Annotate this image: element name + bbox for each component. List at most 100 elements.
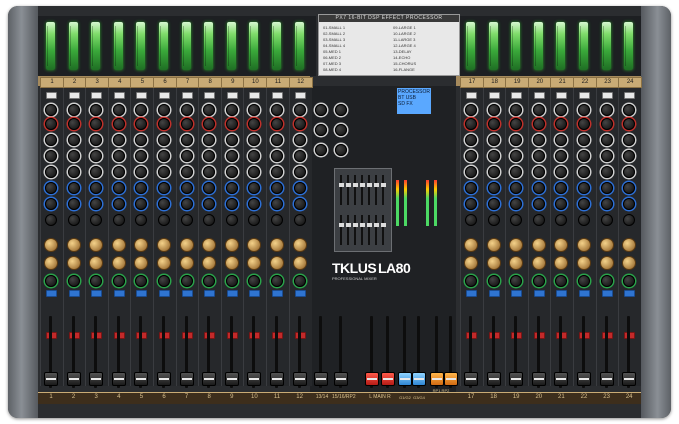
channel-knob[interactable]: [225, 214, 238, 226]
channel-knob[interactable]: [45, 118, 57, 130]
channel-fader[interactable]: [134, 372, 149, 386]
channel-knob[interactable]: [67, 198, 80, 210]
stereo-knob[interactable]: [315, 124, 327, 136]
channel-knob[interactable]: [225, 198, 238, 210]
channel-knob[interactable]: [112, 166, 125, 178]
channel-knob[interactable]: [271, 198, 283, 210]
channel-knob[interactable]: [465, 150, 477, 162]
eq-band-cap[interactable]: [380, 183, 386, 187]
channel-knob[interactable]: [293, 118, 306, 130]
eq-band-slider[interactable]: [361, 175, 363, 205]
aux-send-knob[interactable]: [66, 238, 81, 252]
channel-knob[interactable]: [487, 198, 500, 210]
main-left-fader[interactable]: [365, 372, 379, 386]
stereo-knob[interactable]: [315, 104, 327, 116]
channel-knob[interactable]: [600, 166, 613, 178]
channel-knob[interactable]: [600, 104, 613, 116]
channel-knob[interactable]: [600, 134, 613, 146]
channel-knob[interactable]: [487, 104, 500, 116]
return-2-fader[interactable]: [444, 372, 458, 386]
stereo-fader[interactable]: [334, 372, 348, 386]
aux-send-knob[interactable]: [157, 256, 171, 270]
channel-knob[interactable]: [225, 150, 238, 162]
group-3-4-fader[interactable]: [412, 372, 426, 386]
channel-fader[interactable]: [509, 372, 524, 386]
channel-knob[interactable]: [112, 198, 125, 210]
channel-fader[interactable]: [292, 372, 307, 386]
channel-mute-button[interactable]: [159, 92, 170, 99]
channel-knob[interactable]: [532, 150, 545, 162]
channel-select-button[interactable]: [511, 290, 523, 297]
aux-send-knob[interactable]: [464, 256, 478, 270]
channel-knob[interactable]: [578, 166, 590, 178]
channel-knob[interactable]: [465, 198, 477, 210]
channel-fader[interactable]: [531, 372, 546, 386]
channel-select-button[interactable]: [294, 290, 306, 297]
channel-select-button[interactable]: [601, 290, 613, 297]
channel-knob[interactable]: [225, 134, 238, 146]
channel-knob[interactable]: [112, 150, 125, 162]
channel-fader[interactable]: [111, 372, 126, 386]
channel-select-button[interactable]: [46, 290, 57, 297]
channel-select-button[interactable]: [136, 290, 148, 297]
stereo-fader[interactable]: [314, 372, 328, 386]
channel-knob[interactable]: [600, 182, 613, 194]
channel-fader[interactable]: [224, 372, 239, 386]
aux-send-knob[interactable]: [599, 256, 614, 270]
stereo-knob[interactable]: [315, 144, 327, 156]
channel-knob[interactable]: [67, 134, 80, 146]
aux-send-knob[interactable]: [224, 238, 239, 252]
eq-band-cap[interactable]: [345, 223, 351, 227]
channel-knob[interactable]: [293, 182, 306, 194]
channel-knob[interactable]: [487, 134, 500, 146]
eq-band-slider[interactable]: [375, 215, 377, 245]
channel-knob[interactable]: [158, 166, 170, 178]
channel-knob[interactable]: [45, 134, 57, 146]
channel-knob[interactable]: [465, 182, 477, 194]
channel-select-button[interactable]: [579, 290, 590, 297]
channel-mute-button[interactable]: [511, 92, 523, 99]
channel-knob[interactable]: [600, 214, 613, 226]
channel-select-button[interactable]: [624, 290, 636, 297]
channel-knob[interactable]: [45, 150, 57, 162]
channel-knob[interactable]: [532, 134, 545, 146]
channel-knob[interactable]: [487, 166, 500, 178]
group-1-2-fader[interactable]: [398, 372, 412, 386]
channel-knob[interactable]: [271, 214, 283, 226]
aux-send-knob[interactable]: [224, 256, 239, 270]
channel-knob[interactable]: [158, 118, 170, 130]
stereo-knob[interactable]: [335, 124, 347, 136]
aux-send-knob[interactable]: [531, 256, 546, 270]
channel-fader[interactable]: [202, 372, 217, 386]
channel-knob[interactable]: [158, 198, 170, 210]
channel-knob[interactable]: [158, 182, 170, 194]
return-1-fader[interactable]: [430, 372, 444, 386]
channel-knob[interactable]: [158, 150, 170, 162]
channel-mute-button[interactable]: [204, 92, 216, 99]
channel-mute-button[interactable]: [294, 92, 306, 99]
eq-band-cap[interactable]: [366, 183, 372, 187]
channel-mute-button[interactable]: [249, 92, 261, 99]
channel-knob[interactable]: [180, 182, 193, 194]
aux-send-knob[interactable]: [577, 238, 591, 252]
main-right-fader[interactable]: [381, 372, 395, 386]
channel-knob[interactable]: [158, 214, 170, 226]
pan-knob[interactable]: [112, 275, 125, 287]
channel-knob[interactable]: [180, 134, 193, 146]
channel-knob[interactable]: [180, 104, 193, 116]
pan-knob[interactable]: [532, 275, 545, 287]
graphic-equalizer[interactable]: [334, 168, 392, 252]
pan-knob[interactable]: [271, 275, 283, 287]
eq-band-slider[interactable]: [382, 175, 384, 205]
channel-mute-button[interactable]: [68, 92, 80, 99]
channel-mute-button[interactable]: [91, 92, 103, 99]
channel-knob[interactable]: [271, 166, 283, 178]
channel-knob[interactable]: [465, 214, 477, 226]
channel-knob[interactable]: [578, 134, 590, 146]
channel-knob[interactable]: [465, 134, 477, 146]
eq-band-slider[interactable]: [375, 175, 377, 205]
channel-knob[interactable]: [180, 118, 193, 130]
channel-knob[interactable]: [45, 166, 57, 178]
channel-knob[interactable]: [465, 118, 477, 130]
channel-fader[interactable]: [486, 372, 501, 386]
